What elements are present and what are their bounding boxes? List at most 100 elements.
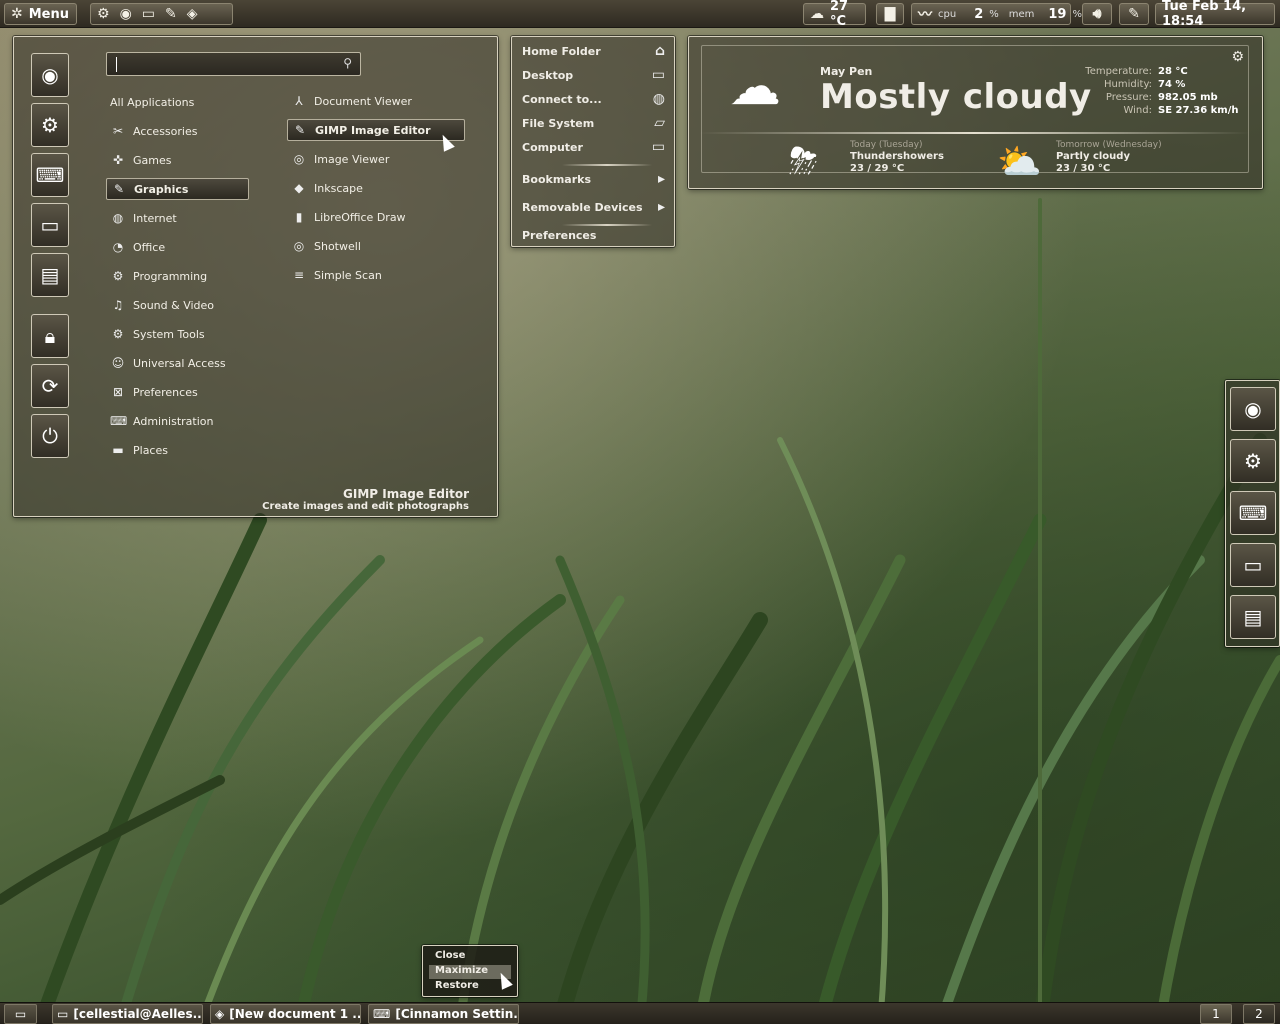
fav-text-editor[interactable]: ▤ [31, 253, 69, 297]
partly-cloudy-icon: ⛅ [997, 142, 1042, 183]
dock-firefox[interactable]: ◉ [1230, 387, 1276, 431]
document-icon: ▤ [1243, 605, 1263, 629]
shutdown-button[interactable]: ⏻ [31, 414, 69, 458]
weather-stat-row: Temperature: 28 °C [1074, 65, 1238, 78]
arrow-right-icon: ▸ [657, 171, 665, 187]
lock-button[interactable]: 🔒︎ [31, 314, 69, 358]
task-terminal[interactable]: ▭ [cellestial@Aelles... [52, 1004, 203, 1024]
category-item[interactable]: ✜ Games [106, 149, 256, 171]
volume-button[interactable]: 🔊︎ [1082, 3, 1112, 25]
category-item[interactable]: ◍ Internet [106, 207, 256, 229]
logout-button[interactable]: ⟳ [31, 364, 69, 408]
category-item[interactable]: ♫ Sound & Video [106, 294, 256, 316]
show-desktop-button[interactable]: ▭ [4, 1004, 37, 1024]
places-menu: Home Folder ⌂ Desktop ▭ Connect to... ◍ File S… [511, 36, 675, 247]
app-label: Shotwell [314, 239, 361, 253]
place-label: Preferences [522, 228, 597, 242]
dock-cinnamon-settings[interactable]: ⌨ [1230, 491, 1276, 535]
app-item[interactable]: ◎ Shotwell [287, 235, 465, 257]
settings-icon[interactable]: ⚙ [97, 6, 110, 22]
category-label: Internet [133, 211, 177, 225]
right-dock: ◉ ⚙ ⌨ ▭ ▤ [1225, 380, 1280, 647]
place-item[interactable]: Preferences [522, 224, 665, 246]
app-item[interactable]: ◎ Image Viewer [287, 148, 465, 170]
files-button[interactable]: ▇ [876, 3, 904, 25]
clock[interactable]: Tue Feb 14, 18:54 [1155, 0, 1275, 29]
dock-settings[interactable]: ⚙ [1230, 439, 1276, 483]
place-item[interactable]: Bookmarks ▸ [522, 168, 665, 190]
fav-settings[interactable]: ⚙ [31, 103, 69, 147]
speaker-icon: 🔊︎ [1092, 6, 1102, 22]
fav-terminal[interactable]: ▭ [31, 203, 69, 247]
fav-cinnamon-settings[interactable]: ⌨ [31, 153, 69, 197]
menu-label: Menu [28, 6, 69, 22]
gear-icon: ✲ [11, 6, 23, 22]
place-item[interactable]: File System ▱ [522, 112, 665, 134]
workspace-1[interactable]: 1 [1200, 1004, 1232, 1024]
office-icon: ◔ [112, 240, 124, 254]
category-label: System Tools [133, 327, 205, 341]
category-item[interactable]: ⚙ Programming [106, 265, 256, 287]
weather-stat-label: Wind: [1123, 105, 1152, 116]
app-item[interactable]: ≡ Simple Scan [287, 264, 465, 286]
category-item[interactable]: ⚙ System Tools [106, 323, 256, 345]
category-item[interactable]: ◔ Office [106, 236, 256, 258]
media-icon: ♫ [112, 298, 124, 312]
gear-icon[interactable]: ⚙ [1231, 49, 1244, 65]
firefox-icon: ◉ [1244, 397, 1262, 421]
weather-stat-row: Humidity: 74 % [1074, 78, 1238, 91]
separator [562, 164, 652, 166]
firefox-icon[interactable]: ◉ [120, 6, 132, 22]
arrow-right-icon: ▸ [657, 199, 665, 215]
category-item[interactable]: ▬ Places [106, 439, 256, 461]
category-item[interactable]: ✂ Accessories [106, 120, 256, 142]
accessibility-icon: ☺ [111, 356, 125, 370]
selected-app-desc: Create images and edit photographs [262, 501, 469, 512]
gimp-icon: ✎ [294, 123, 306, 137]
weather-applet[interactable]: ☁ 27 °C [803, 0, 866, 29]
weather-stats: Temperature: 28 °C Humidity: 74 % Pressure: 9… [1074, 65, 1238, 117]
menu-button[interactable]: ✲ Menu [4, 3, 77, 25]
category-item[interactable]: ⌨ Administration [106, 410, 256, 432]
desktop-icon: ▭ [651, 67, 665, 83]
bottom-panel: ▭ ▭ [cellestial@Aelles... ◈ [New documen… [0, 1002, 1280, 1024]
app-item[interactable]: ▮ LibreOffice Draw [287, 206, 465, 228]
app-item[interactable]: ⅄ Document Viewer [287, 90, 465, 112]
system-monitor[interactable]: 〰 cpu 2 % mem 19 % [911, 3, 1082, 25]
category-item[interactable]: ☺ Universal Access [106, 352, 256, 374]
gimp-icon[interactable]: ✎ [165, 6, 177, 22]
place-item[interactable]: Desktop ▭ [522, 64, 665, 86]
terminal-icon[interactable]: ▭ [142, 6, 155, 22]
dock-text-editor[interactable]: ▤ [1230, 595, 1276, 639]
workspace-2[interactable]: 2 [1243, 1004, 1275, 1024]
fav-firefox[interactable]: ◉ [31, 53, 69, 97]
shotwell-icon: ◎ [293, 239, 305, 253]
place-item[interactable]: Home Folder ⌂ [522, 40, 665, 62]
mem-value: 19 [1048, 6, 1067, 22]
task-gedit[interactable]: ◈ [New document 1 ... [210, 1004, 361, 1024]
pen-button[interactable]: ✎ [1119, 3, 1149, 25]
lock-icon: 🔒︎ [44, 324, 56, 348]
ctx-close[interactable]: Close [429, 950, 511, 964]
control-panel-icon: ⌨ [1238, 501, 1268, 525]
app-item[interactable]: ◆ Inkscape [287, 177, 465, 199]
place-item[interactable]: Removable Devices ▸ [522, 196, 665, 218]
search-input[interactable]: ⚲ [106, 52, 361, 76]
accessories-icon: ✂ [112, 124, 124, 138]
place-item[interactable]: Connect to... ◍ [522, 88, 665, 110]
inkscape-icon[interactable]: ◈ [187, 6, 198, 22]
category-item[interactable]: ⊠ Preferences [106, 381, 256, 403]
category-item[interactable]: ✎ Graphics [106, 178, 249, 200]
globe-icon: ◍ [652, 91, 665, 107]
text-caret [116, 57, 117, 72]
selected-app-title: GIMP Image Editor [343, 487, 469, 501]
control-panel-icon: ⌨ [35, 163, 65, 187]
task-label: [New document 1 ... [229, 1007, 361, 1021]
category-item[interactable]: All Applications [106, 91, 256, 113]
dock-terminal[interactable]: ▭ [1230, 543, 1276, 587]
category-label: Preferences [133, 385, 198, 399]
app-label: Inkscape [314, 181, 363, 195]
place-item[interactable]: Computer ▭ [522, 136, 665, 158]
task-cinnamon-settings[interactable]: ⌨ [Cinnamon Settin... [368, 1004, 519, 1024]
scanner-icon: ≡ [293, 268, 305, 282]
